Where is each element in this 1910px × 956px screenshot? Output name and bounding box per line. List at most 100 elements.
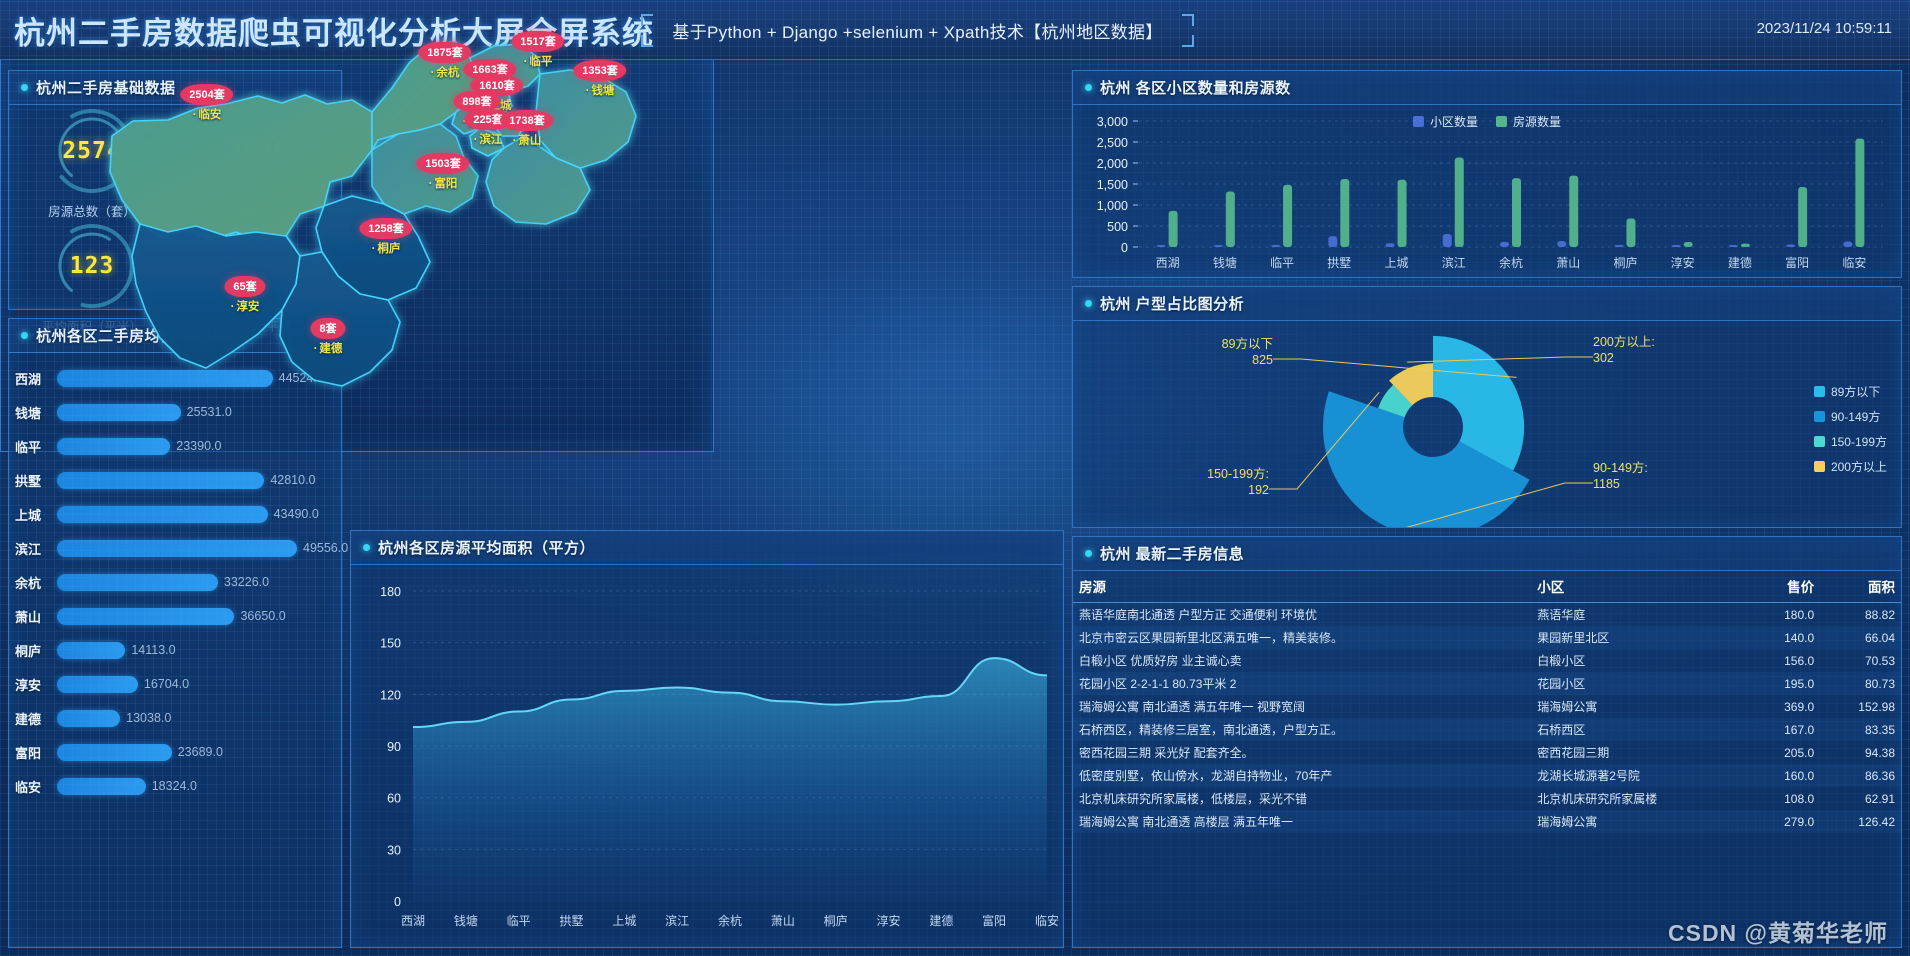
table-cell: 低密度别墅，依山傍水，龙湖自持物业，70年产	[1079, 769, 1333, 783]
table-cell: 62.91	[1864, 791, 1895, 806]
table-column-header[interactable]: 面积	[1820, 571, 1901, 603]
count-x-tick: 余杭	[1499, 255, 1523, 270]
count-x-tick: 西湖	[1156, 255, 1180, 270]
table-column-header[interactable]: 小区	[1531, 571, 1751, 603]
count-x-tick: 临平	[1270, 256, 1294, 270]
bullet-icon	[1085, 300, 1092, 307]
legend-item[interactable]: 89方以下	[1813, 379, 1887, 404]
count-y-tick: 0	[1121, 241, 1128, 255]
table-cell: 80.73	[1864, 676, 1895, 691]
pie-chart-legend[interactable]: 89方以下 90-149方 150-199方 200方以上	[1813, 379, 1887, 479]
table-row[interactable]: 密西花园三期 采光好 配套齐全。 密西花园三期 205.0 94.38	[1073, 741, 1901, 764]
hangzhou-map-svg[interactable]	[0, 0, 714, 452]
table-row[interactable]: 花园小区 2-2-1-1 80.73平米 2 花园小区 195.0 80.73	[1073, 672, 1901, 695]
table-row[interactable]: 瑞海姆公寓 南北通透 满五年唯一 视野宽阔 瑞海姆公寓 369.0 152.98	[1073, 695, 1901, 718]
count-bar[interactable]	[1168, 210, 1178, 247]
count-bar[interactable]	[1626, 218, 1636, 247]
table-cell: 石桥西区，精装修三居室，南北通透，户型方正。	[1079, 723, 1344, 737]
table-column-header[interactable]: 售价	[1750, 571, 1821, 603]
pie-slice[interactable]	[1433, 335, 1525, 471]
table-row[interactable]: 白椴小区 优质好房 业主诚心卖 白椴小区 156.0 70.53	[1073, 649, 1901, 672]
table-cell: 花园小区 2-2-1-1 80.73平米 2	[1079, 677, 1237, 691]
count-bar[interactable]	[1512, 178, 1521, 247]
count-bar[interactable]	[1283, 184, 1293, 247]
watermark: CSDN @黄菊华老师	[1668, 920, 1888, 946]
count-bar[interactable]	[1798, 186, 1808, 247]
panel-map[interactable]: 2504套临安1875套余杭1517套临平1353套钱塘1663套拱墅1610套…	[0, 0, 1910, 956]
legend-label: 89方以下	[1830, 385, 1881, 399]
count-bar[interactable]	[1328, 236, 1338, 247]
table-row[interactable]: 瑞海姆公寓 南北通透 高楼层 满五年唯一 瑞海姆公寓 279.0 126.42	[1073, 810, 1901, 833]
count-x-tick: 钱塘	[1213, 255, 1237, 270]
table-cell: 燕语华庭	[1537, 608, 1586, 622]
table-cell: 北京机床研究所家属楼	[1537, 792, 1658, 806]
count-y-tick: 500	[1107, 220, 1128, 234]
listings-table: 房源 小区 售价 面积 燕语华庭南北通透 户型方正 交通便利 环境优 燕语华庭 180.0…	[1073, 571, 1901, 833]
pie-chart-svg[interactable]: 89方以下 825 90-149方: 1185 150-199方: 192 200方以上: 3…	[1073, 321, 1901, 527]
panel-count-body: 小区数量 房源数量 0 500 1,000 1,500 2,000 2,500 3,000 西湖…	[1073, 105, 1901, 277]
count-bar[interactable]	[1500, 241, 1509, 247]
count-x-tick: 淳安	[1671, 255, 1695, 270]
table-row[interactable]: 北京机床研究所家属楼，低楼层，采光不错 北京机床研究所家属楼 108.0 62.91	[1073, 787, 1901, 810]
count-bar[interactable]	[1340, 178, 1350, 247]
area-x-tick: 建德	[929, 913, 953, 928]
count-bar[interactable]	[1225, 191, 1235, 247]
area-y-tick: 60	[387, 792, 401, 806]
legend-item[interactable]: 150-199方	[1813, 429, 1887, 454]
table-column-header[interactable]: 房源	[1073, 571, 1532, 603]
pie-slice-annotation: 200方以上:	[1593, 334, 1655, 349]
area-chart-svg[interactable]: 0 30 60 90 120 150 180 西湖 钱塘 临平 拱墅 上城 滨江 余杭 萧山 桐庐 淳安 建德 富阳…	[351, 565, 1063, 947]
count-bar[interactable]	[1740, 243, 1750, 247]
count-y-tick: 2,500	[1097, 136, 1128, 150]
count-bar[interactable]	[1557, 241, 1567, 247]
count-bar[interactable]	[1569, 175, 1579, 247]
count-bar[interactable]	[1385, 243, 1395, 247]
pie-slice-annotation: 90-149方:	[1593, 460, 1648, 475]
area-y-tick: 120	[380, 688, 401, 702]
table-cell: 160.0	[1784, 768, 1815, 783]
count-bar[interactable]	[1397, 179, 1407, 247]
panel-list-title: 杭州 最新二手房信息	[1100, 546, 1245, 563]
table-cell: 152.98	[1858, 699, 1895, 714]
table-row[interactable]: 低密度别墅，依山傍水，龙湖自持物业，70年产 龙湖长城源著2号院 160.0 86.3…	[1073, 764, 1901, 787]
count-bar[interactable]	[1786, 244, 1796, 247]
count-bar[interactable]	[1156, 245, 1166, 247]
area-x-tick: 余杭	[718, 913, 742, 928]
count-bar[interactable]	[1855, 138, 1865, 247]
table-cell: 白椴小区	[1537, 654, 1586, 668]
panel-house-type-pie: 杭州 户型占比图分析 89方以下 825 90-149方: 1185 150-199方:…	[1072, 286, 1902, 528]
area-x-tick: 临平	[507, 914, 531, 928]
table-row[interactable]: 石桥西区，精装修三居室，南北通透，户型方正。 石桥西区 167.0 83.35	[1073, 718, 1901, 741]
area-x-tick: 富阳	[982, 913, 1006, 928]
count-bar[interactable]	[1213, 245, 1223, 247]
legend-item[interactable]: 200方以上	[1813, 454, 1887, 479]
pie-slice-annotation: 192	[1248, 483, 1269, 497]
area-y-tick: 180	[380, 585, 401, 599]
count-bar[interactable]	[1454, 157, 1464, 247]
count-bar[interactable]	[1683, 241, 1693, 247]
count-bar[interactable]	[1671, 245, 1681, 247]
table-cell: 70.53	[1864, 653, 1895, 668]
panel-latest-listings: 杭州 最新二手房信息 房源 小区 售价 面积 燕语华庭南北通透 户型方正 交通便利 环…	[1072, 536, 1902, 948]
count-bar[interactable]	[1843, 241, 1853, 247]
legend-item[interactable]: 90-149方	[1813, 404, 1887, 429]
count-x-tick: 富阳	[1785, 255, 1809, 270]
table-row[interactable]: 北京市密云区果园新里北区满五唯一，精美装修。 果园新里北区 140.0 66.04	[1073, 626, 1901, 649]
count-bar[interactable]	[1728, 245, 1738, 247]
count-y-tick: 1,500	[1097, 178, 1128, 192]
table-cell: 密西花园三期 采光好 配套齐全。	[1079, 746, 1254, 760]
legend-label: 150-199方	[1830, 435, 1887, 449]
panel-pie-header: 杭州 户型占比图分析	[1073, 287, 1901, 321]
count-bar[interactable]	[1614, 245, 1624, 247]
legend-swatch	[1813, 411, 1825, 422]
count-x-tick: 拱墅	[1327, 256, 1351, 270]
count-bar[interactable]	[1271, 245, 1281, 247]
table-cell: 167.0	[1784, 722, 1815, 737]
panel-count-header: 杭州 各区小区数量和房源数	[1073, 71, 1901, 105]
area-x-tick: 上城	[612, 914, 636, 928]
table-row[interactable]: 燕语华庭南北通透 户型方正 交通便利 环境优 燕语华庭 180.0 88.82	[1073, 603, 1901, 627]
count-bar[interactable]	[1442, 233, 1452, 247]
count-x-tick: 桐庐	[1613, 255, 1637, 270]
area-x-tick: 临安	[1035, 913, 1059, 928]
count-chart-svg[interactable]: 0 500 1,000 1,500 2,000 2,500 3,000 西湖 钱塘 临平 拱墅 上城 滨…	[1073, 105, 1901, 277]
